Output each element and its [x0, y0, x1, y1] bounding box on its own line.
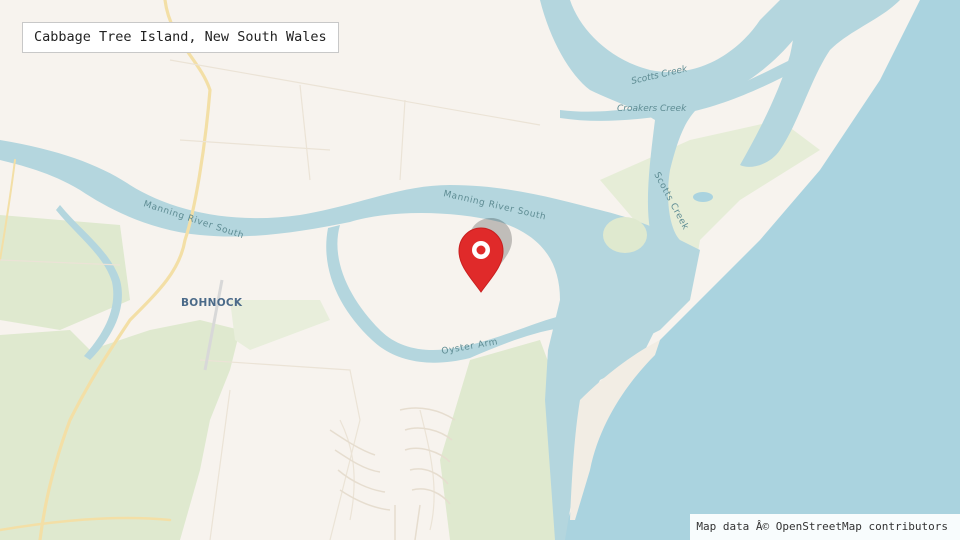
label-croakers-creek: Croakers Creek	[617, 104, 687, 114]
island-tiny	[693, 192, 713, 202]
map-canvas[interactable]: Manning River South Manning River South …	[0, 0, 960, 540]
label-bohnock: BOHNOCK	[181, 297, 243, 309]
map-attribution[interactable]: Map data Â© OpenStreetMap contributors	[690, 514, 960, 540]
location-title: Cabbage Tree Island, New South Wales	[22, 22, 339, 53]
island-small	[603, 217, 647, 253]
